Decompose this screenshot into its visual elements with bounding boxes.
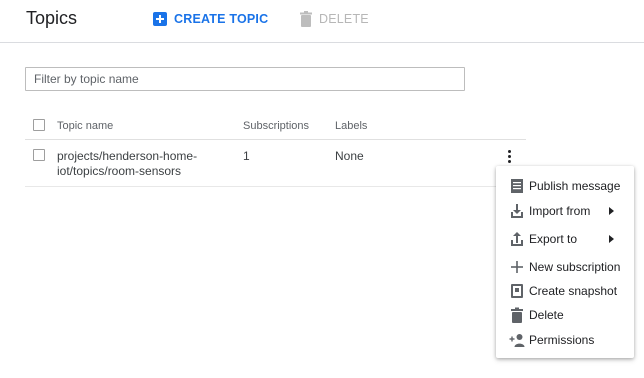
publish-message-icon [511, 179, 523, 193]
plus-icon [511, 261, 523, 273]
labels-value: None [335, 149, 364, 163]
filter-input[interactable] [26, 68, 454, 90]
add-box-icon [153, 12, 167, 26]
select-all-checkbox[interactable] [33, 119, 45, 131]
menu-item-label: Create snapshot [529, 284, 618, 298]
import-icon [511, 204, 523, 218]
table-row[interactable]: projects/henderson-home- iot/topics/room… [25, 140, 526, 187]
subscriptions-count: 1 [243, 149, 250, 163]
menu-item-label: Permissions [529, 333, 595, 347]
menu-item-label: Delete [529, 308, 564, 322]
export-icon [511, 232, 523, 246]
snapshot-icon [511, 284, 523, 298]
filter-box [25, 67, 465, 91]
menu-item-permissions[interactable]: Permissions [496, 329, 634, 351]
menu-item-import-from[interactable]: Import from [496, 200, 634, 222]
submenu-arrow-icon [609, 235, 614, 243]
topic-name-line1[interactable]: projects/henderson-home- [57, 149, 197, 163]
column-header-labels: Labels [335, 120, 368, 132]
trash-icon [511, 307, 523, 323]
menu-item-publish-message[interactable]: Publish message [496, 175, 634, 197]
delete-button[interactable]: DELETE [299, 10, 369, 28]
table-header: Topic name Subscriptions Labels [25, 113, 526, 140]
submenu-arrow-icon [609, 207, 614, 215]
row-checkbox[interactable] [33, 149, 45, 161]
create-topic-button[interactable]: CREATE TOPIC [153, 10, 268, 28]
delete-label: DELETE [319, 12, 369, 26]
more-actions-icon[interactable] [505, 149, 515, 165]
trash-icon [300, 11, 312, 27]
page-title: Topics [26, 8, 78, 28]
menu-item-create-snapshot[interactable]: Create snapshot [496, 280, 634, 302]
topic-name-line2[interactable]: iot/topics/room-sensors [57, 164, 181, 178]
menu-item-delete[interactable]: Delete [496, 304, 634, 326]
add-person-icon [509, 334, 525, 347]
menu-item-new-subscription[interactable]: New subscription [496, 256, 634, 278]
column-header-subscriptions: Subscriptions [243, 120, 310, 132]
page-header: Topics CREATE TOPIC DELETE [0, 0, 644, 43]
column-header-topic-name: Topic name [57, 120, 114, 132]
create-topic-label: CREATE TOPIC [174, 12, 269, 26]
topics-table: Topic name Subscriptions Labels projects… [25, 113, 526, 187]
menu-item-label: Import from [529, 204, 591, 218]
menu-item-export-to[interactable]: Export to [496, 228, 634, 250]
menu-item-label: Publish message [529, 179, 621, 193]
menu-item-label: Export to [529, 232, 578, 246]
menu-item-label: New subscription [529, 260, 621, 274]
topic-actions-menu: Publish message Import from Export to Ne… [496, 166, 634, 358]
